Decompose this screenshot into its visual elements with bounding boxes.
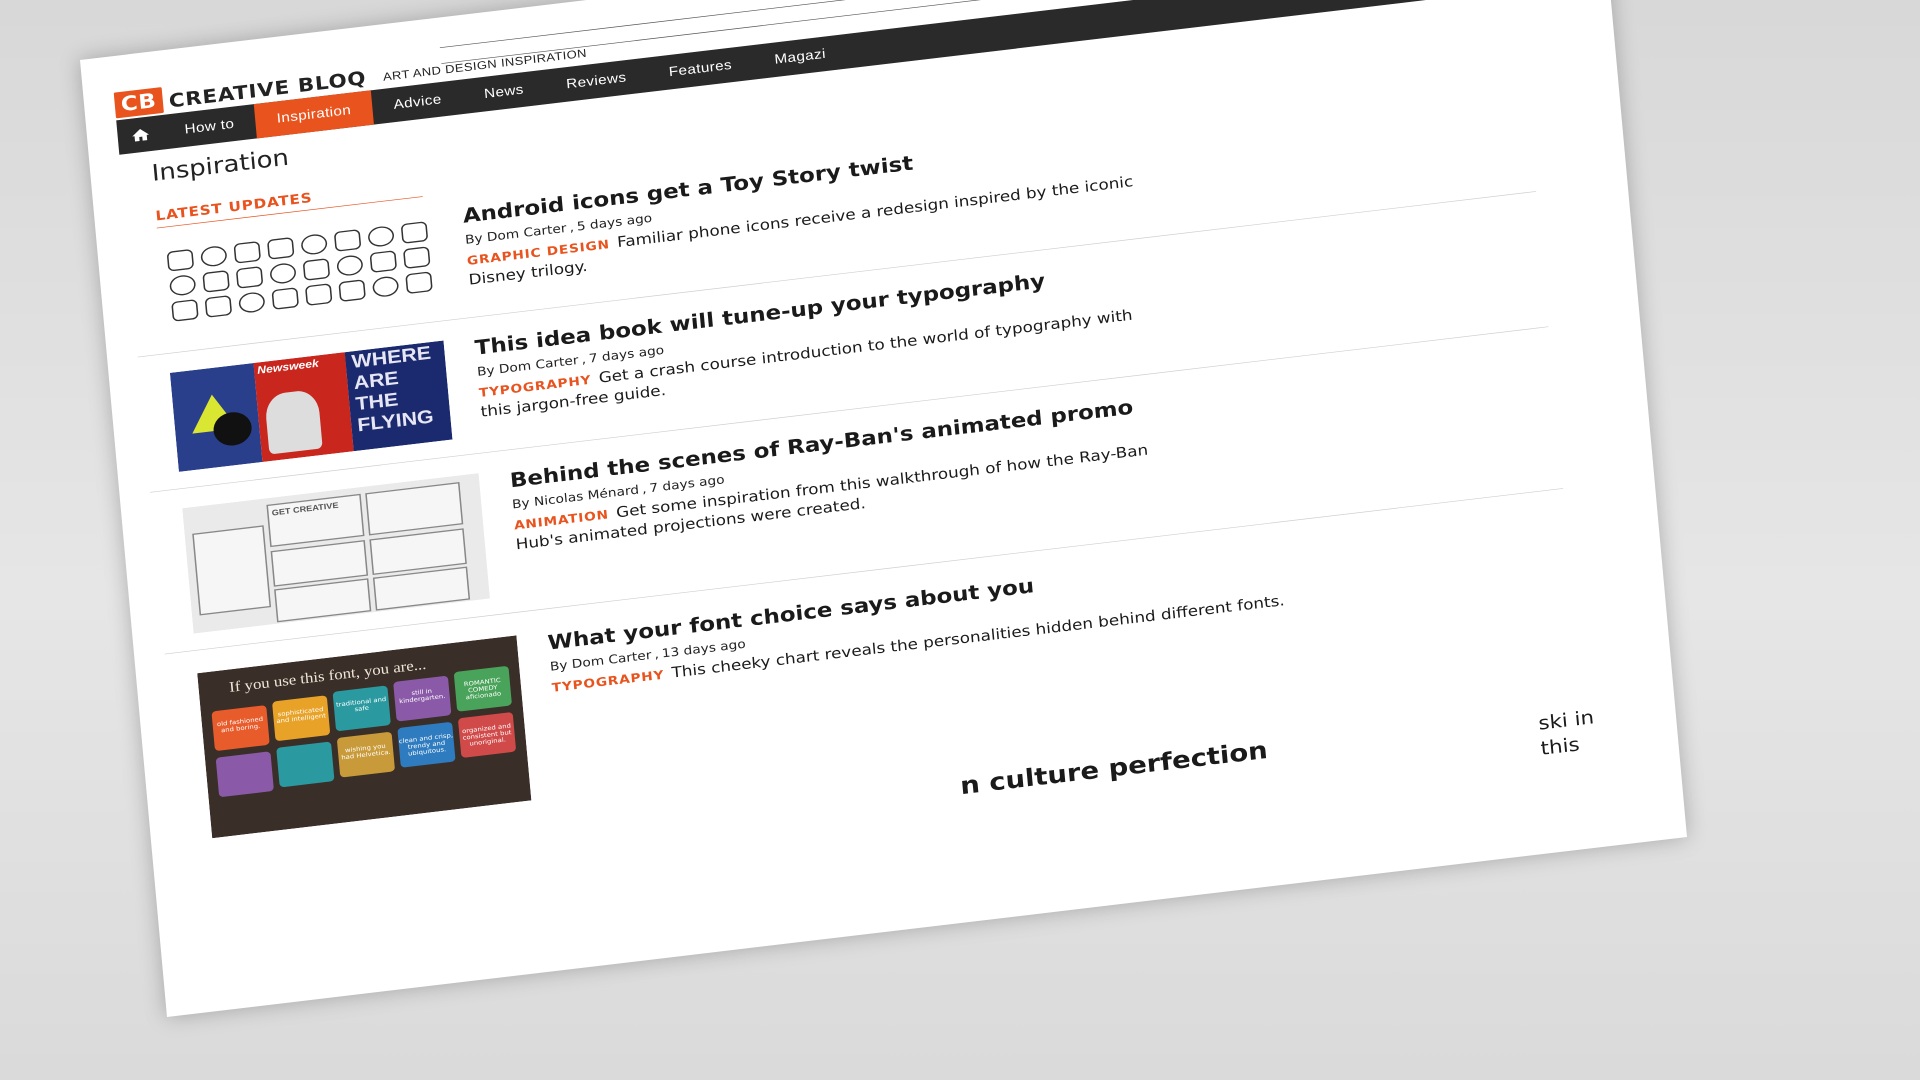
article-thumbnail-icons[interactable] — [158, 209, 441, 340]
home-icon — [130, 126, 151, 143]
article-thumbnail-font-chart[interactable]: If you use this font, you are... old fas… — [197, 635, 531, 838]
nav-item-news[interactable]: News — [461, 70, 546, 114]
screen-stage: CB CREATIVE BLOQ ART AND DESIGN INSPIRAT… — [0, 0, 1920, 1080]
article-headline[interactable]: n culture perfection — [959, 644, 1920, 801]
poster-newsweek: Newsweek — [254, 352, 354, 462]
byline-separator: , — [641, 482, 647, 496]
article-thumbnail-sketch[interactable]: GET CREATIVE — [182, 473, 490, 633]
web-page: CB CREATIVE BLOQ ART AND DESIGN INSPIRAT… — [80, 0, 1687, 1017]
nav-home[interactable] — [116, 115, 165, 155]
font-chart-tile: old fashioned and boring. — [211, 705, 268, 735]
font-chart-tile: sophisticated and intelligent — [272, 695, 329, 725]
nav-item-features[interactable]: Features — [646, 45, 755, 92]
nav-item-magazine[interactable]: Magazi — [752, 34, 849, 79]
font-chart-tile: traditional and safe — [333, 685, 390, 715]
byline-separator: , — [654, 647, 660, 661]
poster-geometric — [170, 363, 263, 472]
article-summary-text: ski in this — [1537, 702, 1618, 761]
font-chart-tile: still in kindergarten. — [393, 676, 450, 706]
logo-badge[interactable]: CB — [114, 87, 164, 118]
article-byline: By Dom Carter,13 days ago — [549, 531, 1645, 674]
byline-separator: , — [581, 352, 587, 366]
poster-flying-cars: WHERE ARE THE FLYING — [345, 341, 453, 452]
font-chart-tile: ROMANTIC COMEDY aficionado — [454, 666, 511, 703]
font-chart-tile: wishing you had Helvetica. — [337, 732, 394, 762]
article-thumbnail-posters[interactable]: Newsweek WHERE ARE THE FLYING — [170, 341, 453, 472]
article-category[interactable]: TYPOGRAPHY — [551, 668, 664, 695]
font-chart-tile: organized and consistent but unoriginal. — [458, 712, 515, 749]
byline-separator: , — [569, 220, 575, 234]
font-chart-tile: clean and crisp, trendy and ubiquitous. — [397, 722, 454, 759]
sketch-label: GET CREATIVE — [268, 495, 361, 520]
page-title: Inspiration — [151, 144, 290, 187]
poster-newsweek-masthead: Newsweek — [254, 352, 347, 380]
